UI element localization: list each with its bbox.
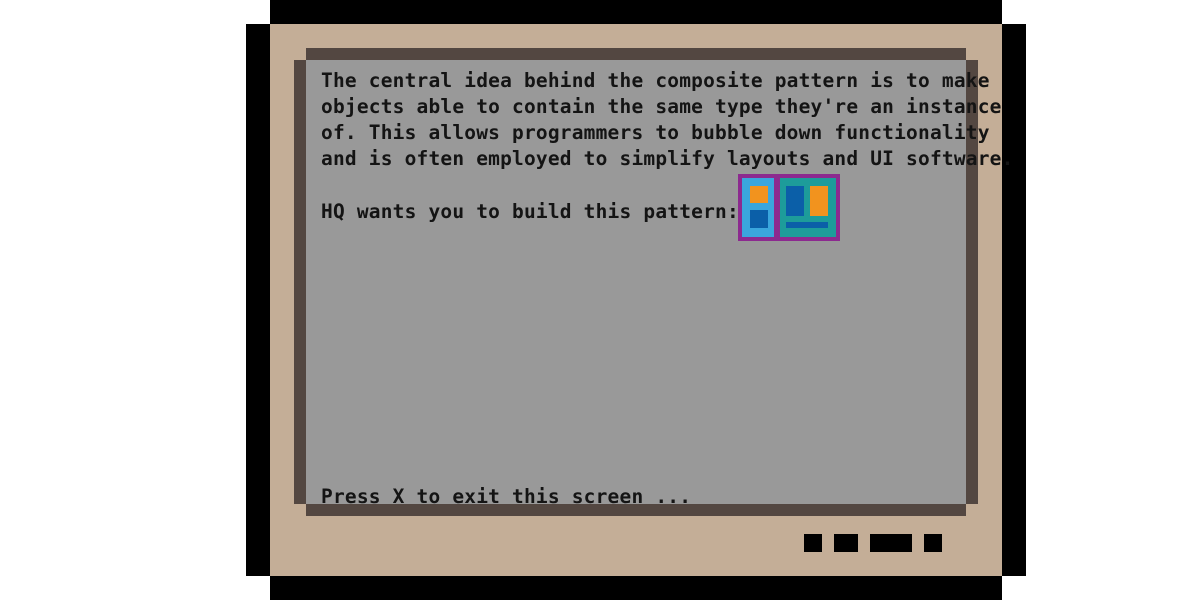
build-prompt: HQ wants you to build this pattern:	[321, 200, 739, 223]
pattern-blue-block	[750, 210, 768, 228]
pattern-blue-bar	[786, 222, 828, 228]
game-screen: The central idea behind the composite pa…	[0, 0, 1200, 600]
dialog-text-line: The central idea behind the composite pa…	[321, 69, 990, 92]
monitor-outline-top	[270, 0, 1002, 24]
monitor-outline-bottom	[270, 576, 1002, 600]
indicator-light	[924, 534, 942, 552]
monitor-outline-left	[246, 24, 270, 576]
exit-hint: Press X to exit this screen ...	[321, 485, 692, 508]
dialog-text-line: objects able to contain the same type th…	[321, 95, 1002, 118]
composite-pattern-icon	[738, 174, 840, 241]
pattern-orange-block	[750, 186, 768, 203]
indicator-light	[804, 534, 822, 552]
dialog-text-line: of. This allows programmers to bubble do…	[321, 121, 990, 144]
screen-frame-top	[306, 48, 966, 60]
pattern-blue-block	[786, 186, 804, 216]
monitor-outline-right	[1002, 24, 1026, 576]
pattern-orange-block	[810, 186, 828, 216]
screen-frame-left	[294, 60, 306, 504]
indicator-light	[834, 534, 858, 552]
indicator-light	[870, 534, 912, 552]
dialog-text-line: and is often employed to simplify layout…	[321, 147, 1014, 170]
